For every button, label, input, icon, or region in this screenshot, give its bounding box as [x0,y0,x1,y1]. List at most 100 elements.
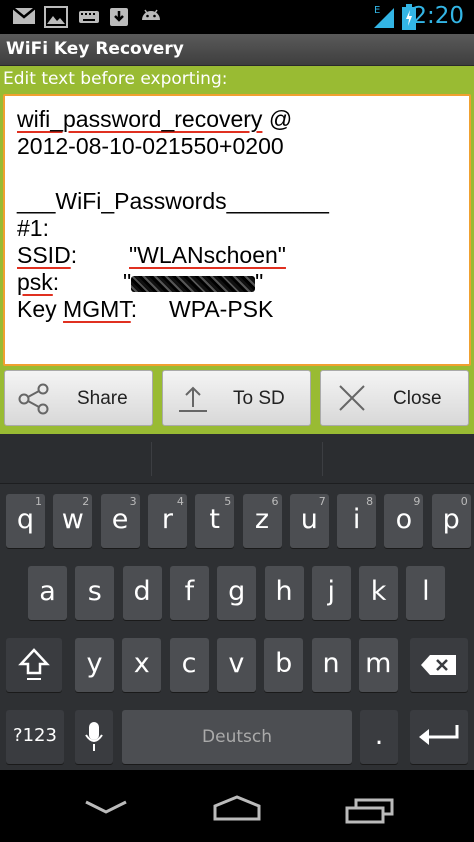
key-y[interactable]: y [75,638,114,692]
key-p[interactable]: p0 [431,494,471,548]
key-f[interactable]: f [169,566,209,620]
symbols-key[interactable]: ?123 [6,710,64,764]
psk-label: psk [17,269,53,295]
delete-key[interactable] [410,638,468,692]
period-key[interactable]: . [360,710,398,764]
soft-keyboard: q 1 w 2 e 3 r 4 t 5 z 6 u 7 i 8 o 9 p 0 a s d f g h j k l y x c v b n m ?123… [0,434,474,770]
key-a[interactable]: a [28,566,67,620]
key-m[interactable]: m [358,638,398,692]
space-key[interactable]: Deutsch [122,710,352,764]
text-fragment: : [130,296,138,322]
key-n[interactable]: n [311,638,351,692]
shift-key[interactable] [6,638,62,692]
key-e[interactable]: e3 [100,494,140,548]
key-v-label: v [228,648,245,679]
gallery-icon [44,6,68,28]
upload-icon [179,386,207,412]
enter-key[interactable] [410,710,468,764]
enter-icon [419,725,459,745]
key-y-label: y [86,648,103,679]
keyboard-icon [79,11,99,23]
key-m-label: m [365,648,392,679]
key-c[interactable]: c [169,638,209,692]
key-v[interactable]: v [216,638,256,692]
navigation-bar [0,770,474,842]
text-fragment: Key [17,296,64,322]
key-l[interactable]: l [406,566,446,620]
back-icon[interactable] [84,794,128,816]
download-icon [110,8,128,26]
ssid-value: "WLANschoen" [129,242,286,268]
text-fragment: @ [262,106,293,132]
share-button[interactable]: Share [4,370,153,426]
key-w[interactable]: w2 [53,494,93,548]
key-q[interactable]: q1 [6,494,45,548]
key-hint: 1 [35,495,42,508]
export-text-field[interactable]: wifi_password_recovery @ 2012-08-10-0215… [3,94,471,366]
divider [151,442,152,476]
period-key-label: . [374,720,384,751]
key-q-label: q [16,504,35,535]
key-t[interactable]: t5 [195,494,235,548]
divider [322,442,323,476]
recent-apps-icon[interactable] [344,798,396,826]
key-o-label: o [395,504,413,535]
key-x-label: x [133,648,150,679]
symbols-key-label: ?123 [13,725,57,746]
key-h[interactable]: h [264,566,304,620]
backspace-icon [421,655,456,675]
home-icon[interactable] [212,794,262,822]
key-i[interactable]: i8 [337,494,377,548]
text-fragment: " [255,269,264,295]
key-l-label: l [422,576,430,607]
android-icon [142,9,160,20]
gmail-icon [12,7,36,24]
text-fragment: : [70,242,78,268]
space-key-label: Deutsch [202,727,272,747]
close-button[interactable]: Close [320,370,469,426]
key-u[interactable]: u7 [289,494,329,548]
key-hint: 9 [413,495,421,508]
key-u-label: u [300,504,318,535]
signal-icon [374,8,394,28]
text-fragment: : [52,269,60,295]
to-sd-button[interactable]: To SD [162,370,311,426]
key-z-label: z [254,504,270,535]
key-k[interactable]: k [359,566,399,620]
redacted-password [131,275,256,292]
text-line: #1: [17,215,49,241]
key-j[interactable]: j [311,566,351,620]
title-bar: WiFi Key Recovery [0,34,474,66]
text-line: 2012-08-10-021550+0200 [17,133,284,159]
key-a-label: a [39,576,56,607]
to-sd-label: To SD [233,388,285,409]
app-title: WiFi Key Recovery [6,39,184,59]
key-s[interactable]: s [75,566,115,620]
key-hint: 2 [82,495,90,508]
close-icon [339,385,365,411]
key-r[interactable]: r4 [147,494,187,548]
key-b[interactable]: b [264,638,304,692]
key-r-label: r [161,504,173,535]
key-g-label: g [228,576,246,607]
key-hint: 4 [176,495,184,508]
key-g[interactable]: g [217,566,257,620]
text-fragment: " [123,269,132,295]
key-x[interactable]: x [122,638,162,692]
key-w-label: w [61,504,84,535]
key-z[interactable]: z6 [242,494,282,548]
text-word: wifi_password_recovery [17,106,263,132]
key-d-label: d [133,576,151,607]
key-o[interactable]: o9 [384,494,424,548]
key-i-label: i [352,504,361,535]
key-s-label: s [87,576,102,607]
key-hint: 8 [366,495,374,508]
key-hint: 5 [224,495,232,508]
key-d[interactable]: d [122,566,162,620]
voice-input-key[interactable] [75,710,113,764]
share-label: Share [77,388,128,409]
key-k-label: k [370,576,387,607]
key-hint: 7 [318,495,326,508]
suggestion-strip[interactable] [0,434,474,484]
microphone-icon [85,722,103,751]
